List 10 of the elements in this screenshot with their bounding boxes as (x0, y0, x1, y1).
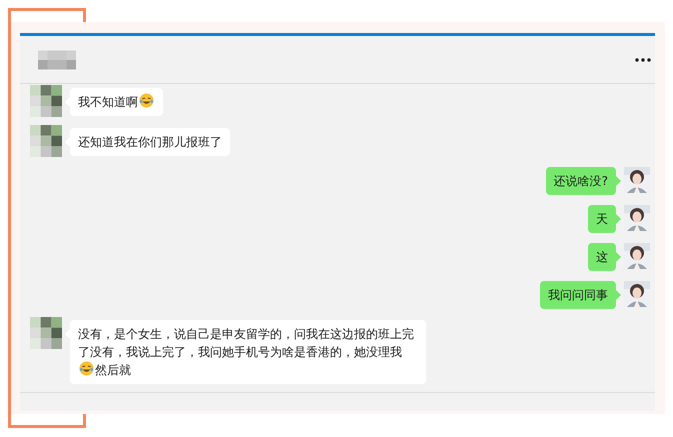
message-text: 我问问同事 (548, 288, 608, 302)
laughing-emoji-icon (139, 93, 154, 108)
more-icon[interactable] (635, 58, 651, 62)
message-text: 还说啥没? (554, 174, 608, 188)
laughing-emoji-icon (79, 361, 94, 376)
message-text: 还知道我在你们那儿报班了 (78, 135, 222, 149)
message-text: 我不知道啊 (78, 95, 155, 109)
message-text: 这 (596, 250, 608, 264)
message-text: 没有，是个女生，说自己是申友留学的，问我在这边报的班上完了没有，我说上完了，我问她手机号为啥是香港的，她没理我 然后就 (78, 327, 414, 377)
message-text: 天 (596, 212, 608, 226)
